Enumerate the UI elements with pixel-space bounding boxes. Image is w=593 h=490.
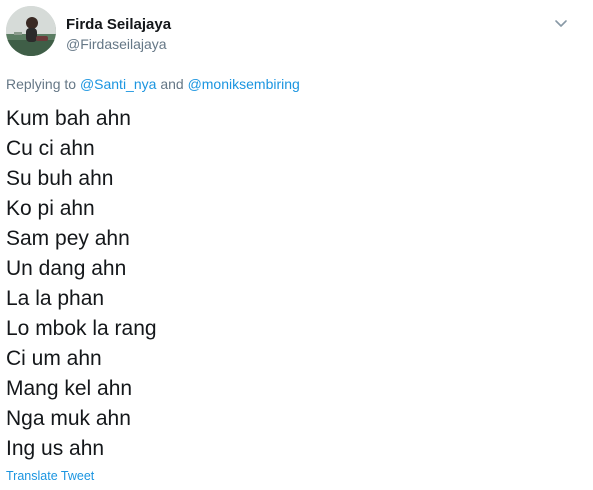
tweet: Firda Seilajaya @Firdaseilajaya Replying… (0, 0, 593, 490)
replying-to: Replying to @Santi_nya and @moniksembiri… (6, 74, 300, 94)
tweet-line: La la phan (6, 287, 105, 310)
tweet-line: Ing us ahn (6, 437, 105, 460)
tweet-line: Ko pi ahn (6, 197, 95, 220)
translate-tweet-link[interactable]: Translate Tweet (6, 468, 94, 484)
user-handle[interactable]: @Firdaseilajaya (66, 34, 171, 54)
mention-link[interactable]: @moniksembiring (188, 76, 300, 92)
tweet-line: Mang kel ahn (6, 377, 133, 400)
replying-prefix: Replying to (6, 76, 77, 92)
tweet-line: Ci um ahn (6, 347, 102, 370)
author-names[interactable]: Firda Seilajaya @Firdaseilajaya (66, 16, 171, 54)
mention-link[interactable]: @Santi_nya (80, 76, 156, 92)
tweet-line: Kum bah ahn (6, 107, 131, 130)
tweet-header: Firda Seilajaya @Firdaseilajaya (6, 6, 586, 62)
tweet-line: Un dang ahn (6, 257, 127, 280)
display-name[interactable]: Firda Seilajaya (66, 16, 171, 34)
tweet-line: Sam pey ahn (6, 227, 130, 250)
avatar[interactable] (6, 6, 56, 56)
avatar-image (6, 6, 56, 56)
chevron-down-icon[interactable] (552, 14, 570, 32)
tweet-line: Cu ci ahn (6, 137, 95, 160)
tweet-line: Su buh ahn (6, 167, 114, 190)
tweet-text: Kum bah ahn Cu ci ahn Su buh ahn Ko pi a… (6, 104, 586, 464)
tweet-line: Nga muk ahn (6, 407, 131, 430)
replying-conjunction: and (160, 76, 184, 92)
tweet-line: Lo mbok la rang (6, 317, 157, 340)
